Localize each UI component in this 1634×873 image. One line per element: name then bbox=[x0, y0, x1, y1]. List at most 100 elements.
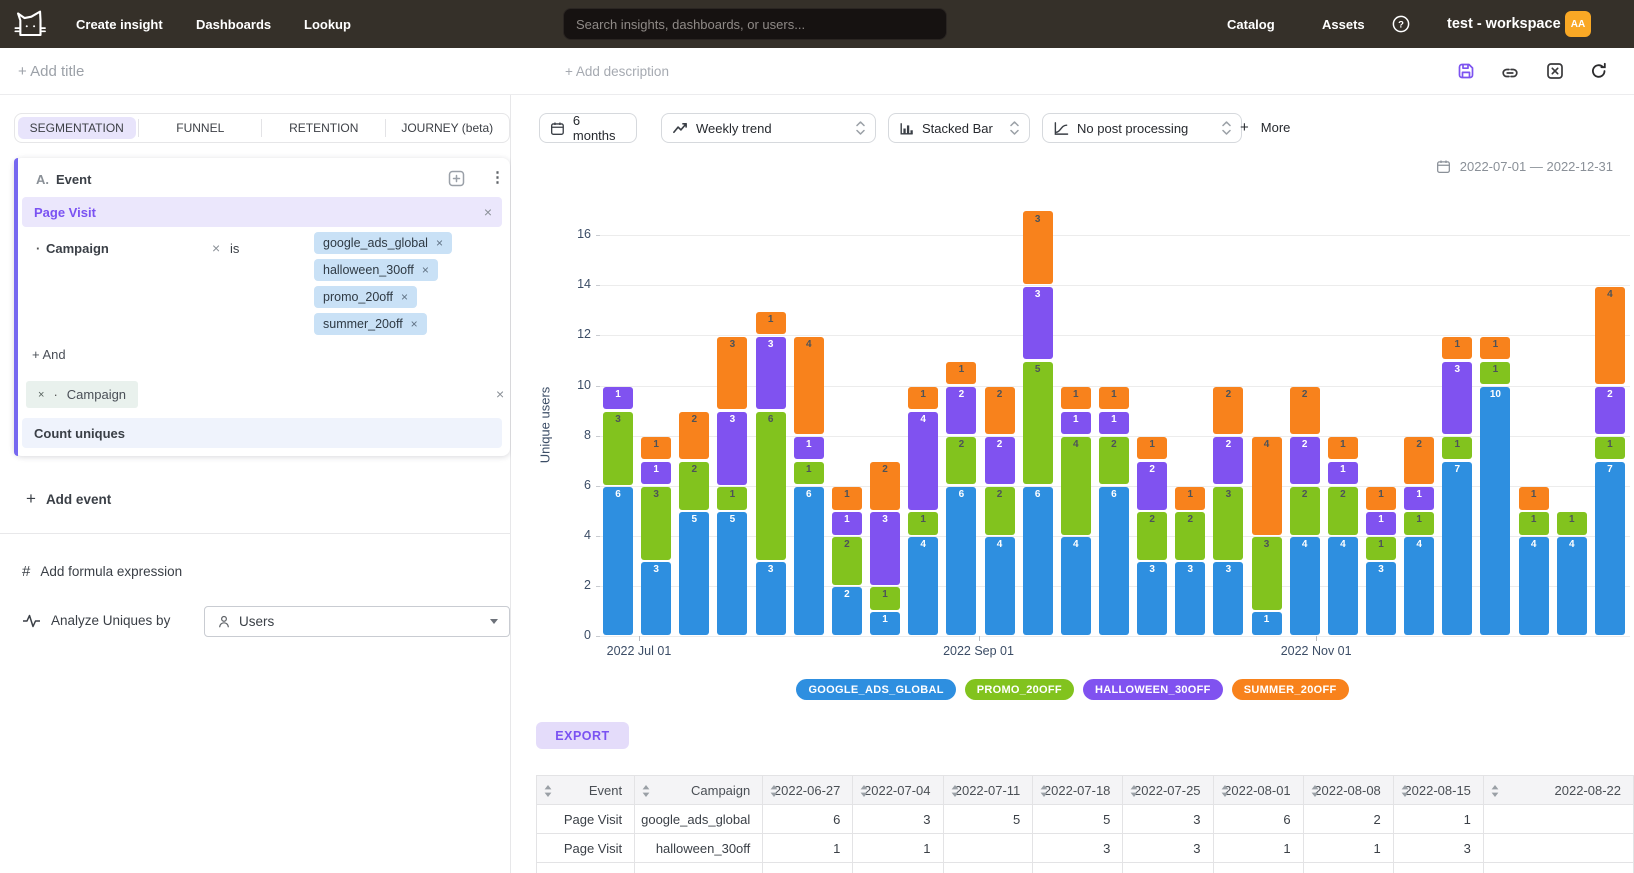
bar-segment[interactable] bbox=[1366, 537, 1396, 560]
bar-segment[interactable] bbox=[603, 387, 633, 410]
bar-segment[interactable] bbox=[1442, 362, 1472, 435]
table-column-header[interactable]: 2022-08-15 bbox=[1393, 776, 1483, 805]
bar-segment[interactable] bbox=[985, 387, 1015, 435]
table-column-header[interactable]: Event bbox=[537, 776, 635, 805]
bar-segment[interactable] bbox=[756, 337, 786, 410]
bar-segment[interactable] bbox=[1366, 487, 1396, 510]
aggregation-row[interactable]: Count uniques bbox=[22, 418, 502, 448]
nav-create-insight[interactable]: Create insight bbox=[76, 0, 163, 48]
bar-segment[interactable] bbox=[641, 487, 671, 560]
date-range-button[interactable]: 6 months bbox=[539, 113, 637, 143]
legend-pill[interactable]: PROMO_20OFF bbox=[965, 679, 1074, 700]
bar-segment[interactable] bbox=[832, 487, 862, 510]
bar-segment[interactable] bbox=[1290, 437, 1320, 485]
bar-segment[interactable] bbox=[870, 612, 900, 635]
bar-segment[interactable] bbox=[1519, 487, 1549, 510]
event-menu-kebab-icon[interactable]: ⋮ bbox=[490, 168, 505, 186]
bar-segment[interactable] bbox=[1137, 562, 1167, 635]
group-by-row[interactable]: × · Campaign bbox=[26, 381, 138, 408]
bar-segment[interactable] bbox=[1366, 562, 1396, 635]
sort-icon[interactable] bbox=[1311, 785, 1319, 797]
bar-segment[interactable] bbox=[1328, 437, 1358, 460]
bar-segment[interactable] bbox=[832, 587, 862, 635]
save-icon[interactable] bbox=[1456, 61, 1476, 81]
table-column-header[interactable]: 2022-07-04 bbox=[853, 776, 943, 805]
bar-segment[interactable] bbox=[946, 387, 976, 435]
add-and-condition[interactable]: + And bbox=[32, 347, 66, 362]
sort-icon[interactable] bbox=[1491, 785, 1499, 797]
bar-segment[interactable] bbox=[717, 337, 747, 410]
bar-segment[interactable] bbox=[832, 537, 862, 585]
bar-segment[interactable] bbox=[832, 512, 862, 535]
bar-segment[interactable] bbox=[717, 487, 747, 510]
bar-segment[interactable] bbox=[908, 512, 938, 535]
operator-label[interactable]: is bbox=[230, 241, 239, 256]
bar-segment[interactable] bbox=[1137, 462, 1167, 510]
bar-segment[interactable] bbox=[985, 437, 1015, 485]
bar-segment[interactable] bbox=[717, 512, 747, 635]
nav-catalog[interactable]: Catalog bbox=[1227, 0, 1275, 48]
bar-segment[interactable] bbox=[1328, 462, 1358, 485]
analyze-by-select[interactable]: Users bbox=[204, 606, 510, 637]
user-avatar[interactable]: AA bbox=[1565, 11, 1591, 37]
remove-group-row-icon[interactable]: × bbox=[496, 386, 504, 402]
help-icon[interactable]: ? bbox=[1392, 15, 1410, 33]
workspace-name[interactable]: test - workspace bbox=[1447, 0, 1561, 48]
bar-segment[interactable] bbox=[1404, 437, 1434, 485]
tab-segmentation[interactable]: SEGMENTATION bbox=[18, 117, 136, 139]
bar-segment[interactable] bbox=[985, 487, 1015, 535]
bar-segment[interactable] bbox=[1366, 512, 1396, 535]
add-title-button[interactable]: + Add title bbox=[18, 63, 84, 80]
bar-segment[interactable] bbox=[870, 587, 900, 610]
bar-segment[interactable] bbox=[1061, 437, 1091, 535]
bar-segment[interactable] bbox=[794, 462, 824, 485]
bar-segment[interactable] bbox=[908, 412, 938, 510]
property-value-tag[interactable]: halloween_30off× bbox=[314, 259, 438, 281]
remove-event-icon[interactable]: × bbox=[484, 204, 492, 220]
post-processing-select[interactable]: No post processing bbox=[1042, 113, 1242, 143]
refresh-icon[interactable] bbox=[1589, 61, 1609, 81]
bar-segment[interactable] bbox=[1480, 337, 1510, 360]
bar-segment[interactable] bbox=[870, 462, 900, 510]
bar-segment[interactable] bbox=[1290, 487, 1320, 535]
bar-segment[interactable] bbox=[870, 512, 900, 585]
add-formula-button[interactable]: # Add formula expression bbox=[22, 563, 182, 580]
sort-icon[interactable] bbox=[1221, 785, 1229, 797]
legend-pill[interactable]: SUMMER_20OFF bbox=[1232, 679, 1349, 700]
bar-segment[interactable] bbox=[1404, 537, 1434, 635]
add-filter-icon[interactable] bbox=[448, 170, 465, 187]
bar-segment[interactable] bbox=[1061, 387, 1091, 410]
sort-icon[interactable] bbox=[544, 785, 552, 797]
bar-segment[interactable] bbox=[1442, 462, 1472, 635]
bar-segment[interactable] bbox=[1480, 362, 1510, 385]
bar-segment[interactable] bbox=[1061, 537, 1091, 635]
chart-type-select[interactable]: Stacked Bar bbox=[888, 113, 1030, 143]
bar-segment[interactable] bbox=[679, 512, 709, 635]
bar-segment[interactable] bbox=[641, 562, 671, 635]
property-value-tag[interactable]: summer_20off× bbox=[314, 313, 427, 335]
bar-segment[interactable] bbox=[1328, 487, 1358, 535]
bar-segment[interactable] bbox=[1519, 537, 1549, 635]
bar-segment[interactable] bbox=[1175, 512, 1205, 560]
bar-segment[interactable] bbox=[1213, 387, 1243, 435]
bar-segment[interactable] bbox=[794, 437, 824, 460]
bar-segment[interactable] bbox=[1595, 437, 1625, 460]
property-value-tag[interactable]: promo_20off× bbox=[314, 286, 417, 308]
bar-segment[interactable] bbox=[1099, 487, 1129, 635]
bar-segment[interactable] bbox=[1595, 287, 1625, 385]
bar-segment[interactable] bbox=[1328, 537, 1358, 635]
legend-pill[interactable]: HALLOWEEN_30OFF bbox=[1083, 679, 1223, 700]
bar-segment[interactable] bbox=[985, 537, 1015, 635]
table-column-header[interactable]: 2022-07-11 bbox=[943, 776, 1033, 805]
bar-segment[interactable] bbox=[603, 412, 633, 485]
table-column-header[interactable]: 2022-08-08 bbox=[1303, 776, 1393, 805]
bar-segment[interactable] bbox=[1480, 387, 1510, 635]
bar-segment[interactable] bbox=[1023, 287, 1053, 360]
legend-pill[interactable]: GOOGLE_ADS_GLOBAL bbox=[796, 679, 955, 700]
sort-icon[interactable] bbox=[770, 785, 778, 797]
bar-segment[interactable] bbox=[908, 387, 938, 410]
bar-segment[interactable] bbox=[946, 487, 976, 635]
bar-segment[interactable] bbox=[1595, 387, 1625, 435]
bar-segment[interactable] bbox=[1252, 437, 1282, 535]
bar-segment[interactable] bbox=[1442, 437, 1472, 460]
